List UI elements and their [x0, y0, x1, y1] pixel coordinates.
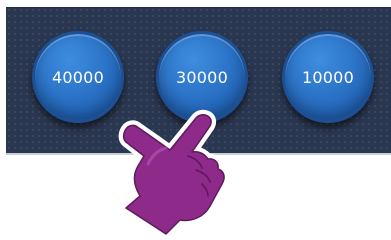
stage: 40000 30000 10000 [0, 0, 391, 240]
amount-button-10000[interactable]: 10000 [282, 31, 374, 123]
amount-button-30000[interactable]: 30000 [156, 31, 248, 123]
amount-button-40000[interactable]: 40000 [32, 31, 124, 123]
amount-button-label: 40000 [52, 67, 104, 87]
amount-button-label: 30000 [176, 67, 228, 87]
amount-button-label: 10000 [302, 67, 354, 87]
